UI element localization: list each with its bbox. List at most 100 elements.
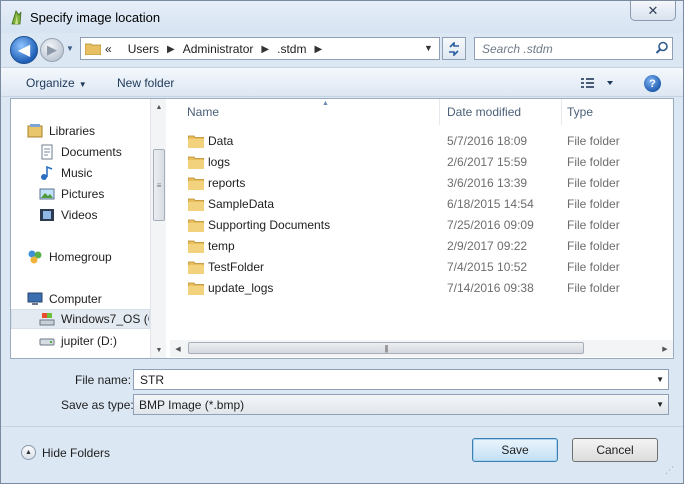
breadcrumb-overflow[interactable]: «: [105, 42, 112, 56]
recent-locations-dropdown[interactable]: ▼: [66, 44, 75, 53]
scroll-up-icon[interactable]: ▲: [151, 99, 167, 115]
save-dialog: Specify image location ✕ ◀ ▶ ▼ « Users ▶…: [0, 0, 684, 484]
resize-grip-icon[interactable]: ⋰: [665, 465, 679, 479]
scroll-left-icon[interactable]: ◀: [170, 340, 186, 357]
table-row[interactable]: TestFolder 7/4/2015 10:52 File folder: [168, 257, 673, 278]
horizontal-scroll-thumb[interactable]: |||: [188, 342, 584, 354]
homegroup-icon: [28, 250, 42, 264]
documents-icon: [41, 144, 53, 160]
address-dropdown-icon[interactable]: ▼: [424, 43, 433, 53]
table-row[interactable]: reports 3/6/2016 13:39 File folder: [168, 173, 673, 194]
new-folder-button[interactable]: New folder: [117, 76, 174, 90]
file-name-cell[interactable]: Data: [208, 134, 233, 148]
horizontal-scrollbar[interactable]: ◀ ||| ▶: [170, 340, 673, 357]
type-cell: File folder: [567, 260, 620, 274]
save-button[interactable]: Save: [472, 438, 558, 462]
chevron-right-icon[interactable]: ▶: [261, 44, 269, 55]
file-name-cell[interactable]: update_logs: [208, 281, 273, 295]
type-cell: File folder: [567, 134, 620, 148]
save-type-value: BMP Image (*.bmp): [139, 398, 245, 412]
file-name-cell[interactable]: reports: [208, 176, 245, 190]
date-modified-cell: 2/9/2017 09:22: [447, 239, 528, 253]
nav-item-libraries[interactable]: Libraries: [27, 121, 95, 141]
chevron-down-icon[interactable]: ▼: [656, 375, 664, 384]
navigation-pane: Libraries Documents Music Pictures Video…: [11, 99, 166, 358]
table-row[interactable]: logs 2/6/2017 15:59 File folder: [168, 152, 673, 173]
type-cell: File folder: [567, 281, 620, 295]
nav-item-computer[interactable]: Computer: [27, 289, 102, 309]
folder-icon: [188, 219, 204, 232]
pictures-icon: [39, 188, 55, 200]
table-row[interactable]: Supporting Documents 7/25/2016 09:09 File …: [168, 215, 673, 236]
close-icon: ✕: [647, 2, 659, 18]
folder-icon: [188, 198, 204, 211]
refresh-button[interactable]: [442, 37, 466, 60]
file-name-label: File name:: [75, 373, 132, 387]
search-icon[interactable]: [655, 41, 669, 55]
nav-item-documents[interactable]: Documents: [39, 142, 122, 162]
drive-c-icon: [39, 313, 55, 326]
nav-item-videos[interactable]: Videos: [39, 205, 97, 225]
refresh-icon: [449, 41, 459, 56]
chevron-up-icon: ▲: [21, 445, 36, 460]
app-icon: [11, 10, 22, 25]
file-name-cell[interactable]: logs: [208, 155, 230, 169]
drive-d-icon: [39, 338, 55, 346]
date-modified-cell: 2/6/2017 15:59: [447, 155, 528, 169]
folder-icon: [188, 261, 204, 274]
file-name-cell[interactable]: Supporting Documents: [208, 218, 330, 232]
save-type-select[interactable]: BMP Image (*.bmp) ▼: [133, 394, 669, 415]
date-modified-cell: 5/7/2016 18:09: [447, 134, 528, 148]
title-bar[interactable]: Specify image location ✕: [1, 1, 683, 33]
table-row[interactable]: temp 2/9/2017 09:22 File folder: [168, 236, 673, 257]
breadcrumb-users[interactable]: Users: [128, 42, 159, 56]
breadcrumb-administrator[interactable]: Administrator: [183, 42, 254, 56]
address-bar[interactable]: « Users ▶ Administrator ▶ .stdm ▶ ▼: [80, 37, 440, 60]
table-row[interactable]: Data 5/7/2016 18:09 File folder: [168, 131, 673, 152]
nav-item-homegroup[interactable]: Homegroup: [27, 247, 112, 267]
chevron-down-icon: ▼: [78, 80, 87, 89]
column-header-date[interactable]: Date modified: [442, 99, 562, 125]
save-type-label: Save as type:: [61, 398, 134, 412]
window-title: Specify image location: [30, 10, 161, 25]
chevron-down-icon[interactable]: ▼: [656, 400, 664, 409]
file-name-cell[interactable]: TestFolder: [208, 260, 264, 274]
organize-button[interactable]: Organize ▼: [26, 76, 87, 90]
view-options-button[interactable]: [579, 75, 619, 91]
column-header-name[interactable]: ▲ Name: [182, 99, 440, 125]
videos-icon: [40, 209, 54, 221]
search-input[interactable]: Search .stdm: [474, 37, 673, 60]
back-button[interactable]: ◀: [10, 36, 38, 64]
nav-pane-scrollbar[interactable]: ▲ ≡ ▼: [150, 99, 166, 358]
cancel-button[interactable]: Cancel: [572, 438, 658, 462]
nav-item-drive-c[interactable]: Windows7_OS (C: [11, 309, 150, 329]
music-icon: [41, 165, 53, 180]
breadcrumb-stdm[interactable]: .stdm: [277, 42, 306, 56]
table-row[interactable]: SampleData 6/18/2015 14:54 File folder: [168, 194, 673, 215]
hide-folders-button[interactable]: ▲ Hide Folders: [21, 445, 110, 460]
folder-icon: [188, 135, 204, 148]
file-name-cell[interactable]: SampleData: [208, 197, 274, 211]
libraries-icon: [27, 124, 43, 138]
nav-item-music[interactable]: Music: [39, 163, 92, 183]
close-button[interactable]: ✕: [630, 1, 676, 21]
nav-item-pictures[interactable]: Pictures: [39, 184, 104, 204]
file-name-combobox[interactable]: STR ▼: [133, 369, 669, 390]
nav-item-drive-d[interactable]: jupiter (D:): [39, 331, 117, 351]
help-icon: ?: [649, 77, 656, 90]
file-name-value[interactable]: STR: [140, 373, 164, 387]
search-placeholder: Search .stdm: [482, 42, 553, 56]
details-view-icon: [581, 78, 613, 88]
column-header-type[interactable]: Type: [562, 99, 672, 125]
table-row[interactable]: update_logs 7/14/2016 09:38 File folder: [168, 278, 673, 299]
chevron-right-icon[interactable]: ▶: [314, 44, 322, 55]
scroll-right-icon[interactable]: ▶: [657, 340, 673, 357]
folder-icon: [85, 43, 101, 55]
forward-button[interactable]: ▶: [40, 38, 64, 62]
chevron-right-icon[interactable]: ▶: [167, 44, 175, 55]
file-name-cell[interactable]: temp: [208, 239, 235, 253]
scroll-thumb[interactable]: ≡: [153, 149, 165, 221]
computer-icon: [27, 292, 43, 305]
help-button[interactable]: ?: [644, 75, 661, 92]
scroll-down-icon[interactable]: ▼: [151, 342, 167, 358]
